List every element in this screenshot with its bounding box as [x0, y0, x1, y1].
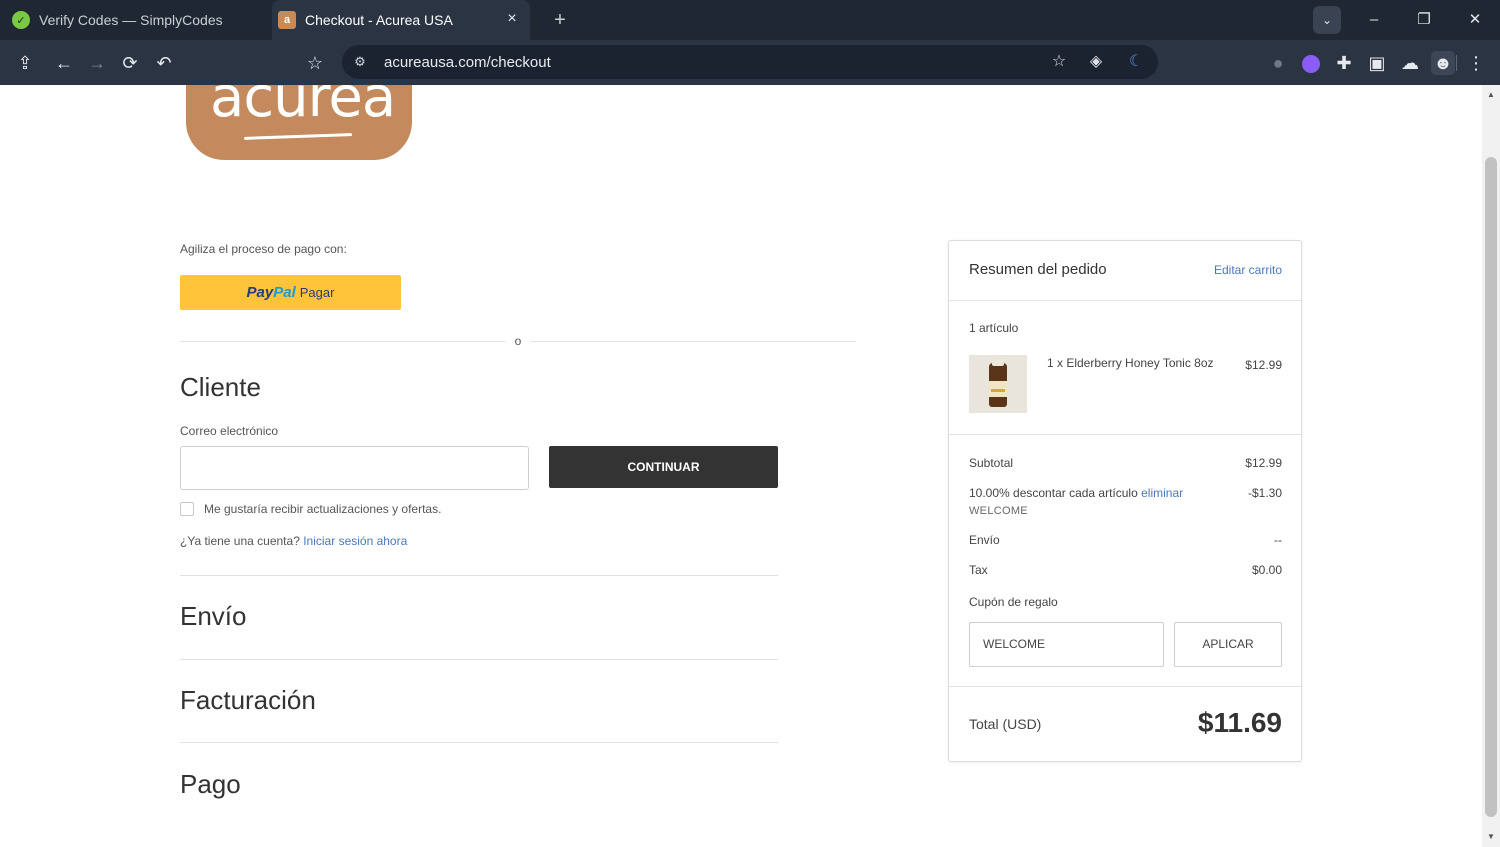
- tab-title: Checkout - Acurea USA: [305, 12, 453, 28]
- newsletter-checkbox[interactable]: [180, 502, 194, 516]
- section-divider: [180, 742, 778, 743]
- order-summary: Resumen del pedido Editar carrito 1 artí…: [948, 240, 1302, 762]
- payment-section-title[interactable]: Pago: [180, 769, 241, 800]
- summary-divider: [949, 686, 1301, 687]
- logo-text: acurea: [210, 85, 396, 130]
- coupon-label: Cupón de regalo: [969, 595, 1058, 609]
- paypal-logo-pay: Pay: [246, 284, 274, 301]
- tax-value: $0.00: [1251, 563, 1282, 577]
- bottle-cap: [992, 359, 1004, 366]
- product-price: $12.99: [1245, 358, 1282, 372]
- email-field[interactable]: [180, 446, 529, 490]
- acurea-icon: a: [278, 11, 296, 29]
- simplycodes-icon: ✓: [12, 11, 30, 29]
- shipping-value: --: [1274, 533, 1282, 547]
- paypal-button-label: Pagar: [299, 285, 335, 300]
- acurea-logo[interactable]: acurea: [186, 85, 412, 160]
- bookmark-star-icon[interactable]: ☆: [303, 51, 327, 75]
- apply-coupon-button[interactable]: APLICAR: [1174, 622, 1282, 667]
- omnibox-separator: [1456, 55, 1457, 71]
- discount-code: WELCOME: [969, 505, 1028, 517]
- coupon-input[interactable]: WELCOME: [969, 622, 1164, 667]
- total-label: Total (USD): [969, 716, 1042, 732]
- account-prompt: ¿Ya tiene una cuenta? Iniciar sesión aho…: [180, 534, 407, 548]
- signin-link[interactable]: Iniciar sesión ahora: [303, 534, 407, 548]
- shipping-section-title[interactable]: Envío: [180, 601, 247, 632]
- tab-title: Verify Codes — SimplyCodes: [39, 12, 223, 28]
- express-checkout-label: Agiliza el proceso de pago con:: [180, 242, 347, 256]
- cloud-upload-icon[interactable]: ☁: [1398, 51, 1422, 75]
- minimize-icon[interactable]: –: [1362, 8, 1386, 32]
- forward-icon[interactable]: →: [85, 51, 109, 75]
- subtotal-label: Subtotal: [969, 456, 1014, 470]
- product-name: 1 x Elderberry Honey Tonic 8oz: [1047, 356, 1214, 370]
- discount-label: 10.00% descontar cada artículo: [969, 486, 1138, 500]
- or-divider-right: [531, 341, 856, 342]
- undo-icon[interactable]: ↶: [152, 51, 176, 75]
- or-separator-text: o: [514, 334, 522, 348]
- back-icon[interactable]: ←: [52, 51, 76, 75]
- checkout-page: acurea Agiliza el proceso de pago con: P…: [0, 85, 1482, 847]
- extensions-puzzle-icon[interactable]: ✚: [1332, 51, 1356, 75]
- close-tab-icon[interactable]: ×: [504, 11, 520, 27]
- paypal-logo-pal: Pal: [273, 284, 296, 301]
- summary-divider: [949, 434, 1301, 435]
- account-question: ¿Ya tiene una cuenta?: [180, 534, 300, 548]
- product-image: [969, 355, 1027, 413]
- billing-section-title[interactable]: Facturación: [180, 685, 316, 716]
- extension-robot-icon[interactable]: ●: [1266, 51, 1290, 75]
- bottle-stripe: [991, 389, 1005, 392]
- extension-purple-icon[interactable]: [1299, 51, 1323, 75]
- browser-toolbar: ⇪ ← → ⟳ ↶ ☆ ⚙ acureausa.com/checkout ☆ ◈…: [0, 40, 1500, 85]
- tab-search-icon[interactable]: ⌄: [1313, 6, 1341, 34]
- new-tab-icon[interactable]: +: [549, 9, 571, 31]
- newsletter-label: Me gustaría recibir actualizaciones y of…: [204, 502, 442, 516]
- reload-icon[interactable]: ⟳: [118, 51, 142, 75]
- email-label: Correo electrónico: [180, 424, 279, 438]
- address-url: acureausa.com/checkout: [384, 54, 551, 71]
- total-value: $11.69: [1197, 707, 1282, 738]
- order-summary-title: Resumen del pedido: [969, 261, 1107, 278]
- shipping-label: Envío: [969, 533, 1000, 547]
- scroll-thumb[interactable]: [1485, 157, 1497, 817]
- menu-kebab-icon[interactable]: ⋮: [1464, 51, 1488, 75]
- tab-strip: ✓ Verify Codes — SimplyCodes a Checkout …: [0, 0, 1500, 40]
- logo-swoosh: [243, 133, 353, 140]
- item-count: 1 artículo: [969, 321, 1019, 335]
- summary-divider: [949, 300, 1301, 301]
- continue-button[interactable]: CONTINUAR: [549, 446, 778, 488]
- section-divider: [180, 659, 778, 660]
- side-panel-icon[interactable]: ▣: [1365, 51, 1389, 75]
- site-info-icon[interactable]: ⚙: [350, 52, 370, 72]
- discount-remove-link[interactable]: eliminar: [1141, 486, 1183, 500]
- dark-mode-moon-icon[interactable]: ☾: [1125, 51, 1147, 73]
- page-scrollbar[interactable]: ▲ ▼: [1482, 85, 1500, 847]
- scroll-down-icon[interactable]: ▼: [1485, 831, 1497, 843]
- customer-section-title: Cliente: [180, 372, 261, 402]
- upload-icon[interactable]: ⇪: [13, 51, 37, 75]
- tab-checkout[interactable]: a Checkout - Acurea USA ×: [272, 0, 530, 40]
- tab-verify-codes[interactable]: ✓ Verify Codes — SimplyCodes: [12, 0, 267, 40]
- profile-avatar-icon[interactable]: ☻: [1431, 51, 1455, 75]
- bookmark-page-star-icon[interactable]: ☆: [1048, 51, 1070, 73]
- close-window-icon[interactable]: ✕: [1463, 8, 1487, 32]
- or-divider-left: [180, 341, 505, 342]
- discount-value: -$1.30: [1247, 486, 1282, 500]
- address-bar[interactable]: ⚙ acureausa.com/checkout ☆ ◈ ☾: [342, 45, 1457, 79]
- paypal-button[interactable]: Pay Pal Pagar: [180, 275, 401, 310]
- restore-icon[interactable]: ❐: [1412, 8, 1436, 32]
- tax-label: Tax: [969, 563, 988, 577]
- extension-layers-icon[interactable]: ◈: [1085, 51, 1107, 73]
- discount-row: 10.00% descontar cada artículo eliminar: [969, 486, 1183, 500]
- subtotal-value: $12.99: [1245, 456, 1282, 470]
- scroll-up-icon[interactable]: ▲: [1485, 89, 1497, 101]
- section-divider: [180, 575, 778, 576]
- edit-cart-link[interactable]: Editar carrito: [1214, 263, 1282, 277]
